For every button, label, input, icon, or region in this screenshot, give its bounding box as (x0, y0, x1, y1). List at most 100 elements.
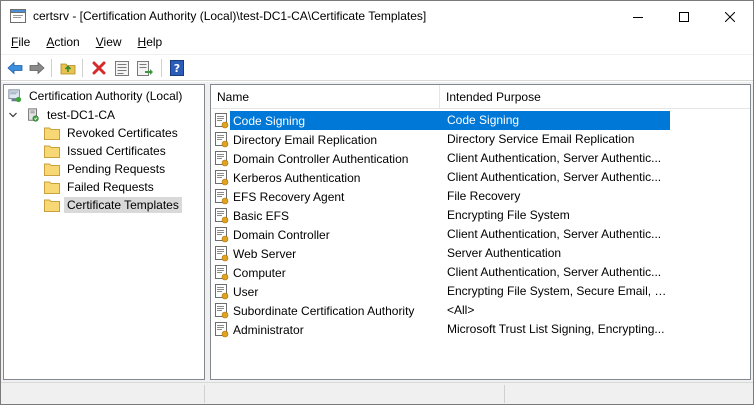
menu-view[interactable]: View (86, 32, 128, 53)
column-header-purpose-label: Intended Purpose (446, 89, 541, 104)
table-row[interactable]: EFS Recovery Agent File Recovery (211, 187, 750, 206)
template-name-label: Code Signing (233, 113, 306, 128)
template-name-label: Web Server (233, 246, 297, 261)
delete-icon (92, 61, 106, 75)
tree-item-root[interactable]: Certification Authority (Local) (8, 87, 185, 105)
menu-action-label: ction (54, 35, 80, 49)
help-button[interactable]: ? (167, 58, 187, 78)
tree-item-label: Pending Requests (67, 162, 166, 176)
toolbar-separator (51, 59, 52, 77)
delete-button[interactable] (89, 58, 109, 78)
table-row[interactable]: Administrator Microsoft Trust List Signin… (211, 320, 750, 339)
cell-template-name: Subordinate Certification Authority (215, 301, 437, 320)
column-header-name[interactable]: Name (211, 85, 440, 109)
cell-template-name: Web Server (215, 244, 437, 263)
table-row[interactable]: Web Server Server Authentication (211, 244, 750, 263)
cell-template-name: EFS Recovery Agent (215, 187, 437, 206)
template-name-label: Basic EFS (233, 208, 290, 223)
cell-intended-purpose: Code Signing (447, 113, 520, 127)
cell-template-name: Basic EFS (215, 206, 437, 225)
table-row[interactable]: Computer Client Authentication, Server Au… (211, 263, 750, 282)
ca-server-icon (28, 108, 39, 122)
content-area: Certification Authority (Local) test-DC1… (1, 82, 753, 382)
tree-item-revoked[interactable]: Revoked Certificates (44, 124, 181, 142)
table-row[interactable]: Code Signing Code Signing (211, 111, 750, 130)
back-button[interactable] (5, 58, 25, 78)
close-button[interactable] (707, 1, 753, 32)
maximize-button[interactable] (661, 1, 707, 32)
template-name-label: Computer (233, 265, 286, 280)
table-row[interactable]: Domain Controller Authentication Client A… (211, 149, 750, 168)
folder-icon (44, 127, 60, 140)
maximize-icon (679, 11, 689, 22)
template-name-label: EFS Recovery Agent (233, 189, 345, 204)
tree-item-certificate-templates[interactable]: Certificate Templates (44, 196, 182, 214)
folder-icon (44, 181, 60, 194)
template-name-label: Directory Email Replication (233, 132, 378, 147)
menu-help[interactable]: Help (128, 32, 169, 53)
tree-item-label: Issued Certificates (67, 144, 166, 158)
table-row[interactable]: Basic EFS Encrypting File System (211, 206, 750, 225)
table-row[interactable]: Domain Controller Client Authentication, … (211, 225, 750, 244)
cell-template-name: Domain Controller Authentication (215, 149, 437, 168)
properties-button[interactable] (112, 58, 132, 78)
minimize-button[interactable] (615, 1, 661, 32)
cell-intended-purpose: Client Authentication, Server Authentic.… (447, 170, 662, 184)
cell-intended-purpose: Client Authentication, Server Authentic.… (447, 265, 662, 279)
menu-help-accel: H (137, 35, 147, 49)
status-segment (1, 385, 205, 403)
tree-item-label: Failed Requests (67, 180, 154, 194)
cell-template-name: User (215, 282, 437, 301)
cell-template-name: Domain Controller (215, 225, 437, 244)
certificate-template-icon (215, 264, 229, 280)
close-icon (725, 11, 735, 22)
status-bar (1, 382, 753, 404)
back-icon (7, 61, 23, 75)
cell-template-name: Directory Email Replication (215, 130, 437, 149)
column-header-intended-purpose[interactable]: Intended Purpose (440, 85, 750, 109)
tree-item-issued[interactable]: Issued Certificates (44, 142, 169, 160)
tree-item-pending[interactable]: Pending Requests (44, 160, 168, 178)
export-list-button[interactable] (135, 58, 155, 78)
certificate-template-icon (215, 302, 229, 318)
title-bar[interactable]: certsrv - [Certification Authority (Loca… (1, 1, 753, 32)
table-row[interactable]: Subordinate Certification Authority <All> (211, 301, 750, 320)
mmc-window: certsrv - [Certification Authority (Loca… (0, 0, 754, 405)
cell-intended-purpose: Encrypting File System, Secure Email, Cl… (447, 284, 669, 298)
tree-item-root-label: Certification Authority (Local) (29, 89, 183, 103)
certificate-template-icon (215, 169, 229, 185)
certificate-template-icon (215, 226, 229, 242)
tree-item-ca[interactable]: test-DC1-CA (8, 106, 118, 124)
table-row[interactable]: Directory Email Replication Directory Ser… (211, 130, 750, 149)
template-name-label: Kerberos Authentication (233, 170, 361, 185)
properties-icon (115, 60, 129, 76)
forward-button[interactable] (27, 58, 47, 78)
table-row[interactable]: Kerberos Authentication Client Authentica… (211, 168, 750, 187)
template-name-label: User (233, 284, 259, 299)
template-name-label: Administrator (233, 322, 304, 337)
tree-item-label: Revoked Certificates (67, 126, 178, 140)
menu-help-label: elp (146, 35, 163, 49)
forward-icon (29, 61, 45, 75)
folder-icon (44, 163, 60, 176)
cell-intended-purpose: Microsoft Trust List Signing, Encrypting… (447, 322, 665, 336)
cell-template-name: Kerberos Authentication (215, 168, 437, 187)
cell-template-name: Code Signing (215, 111, 437, 130)
up-one-level-button[interactable] (58, 58, 78, 78)
cell-intended-purpose: Directory Service Email Replication (447, 132, 635, 146)
tree-item-failed[interactable]: Failed Requests (44, 178, 157, 196)
minimize-icon (633, 16, 643, 18)
menu-file[interactable]: File (1, 32, 36, 53)
cell-intended-purpose: File Recovery (447, 189, 521, 203)
template-name-label: Domain Controller (233, 227, 330, 242)
toolbar: ? (1, 54, 753, 81)
cell-template-name: Computer (215, 263, 437, 282)
console-tree[interactable]: Certification Authority (Local) test-DC1… (3, 84, 205, 380)
cell-intended-purpose: <All> (447, 303, 475, 317)
svg-text:?: ? (174, 62, 180, 75)
chevron-down-icon[interactable] (8, 110, 18, 120)
results-list[interactable]: Name Intended Purpose Code Signing Code S… (210, 84, 751, 380)
table-row[interactable]: User Encrypting File System, Secure Email… (211, 282, 750, 301)
menu-action[interactable]: Action (36, 32, 85, 53)
cell-intended-purpose: Server Authentication (447, 246, 562, 260)
